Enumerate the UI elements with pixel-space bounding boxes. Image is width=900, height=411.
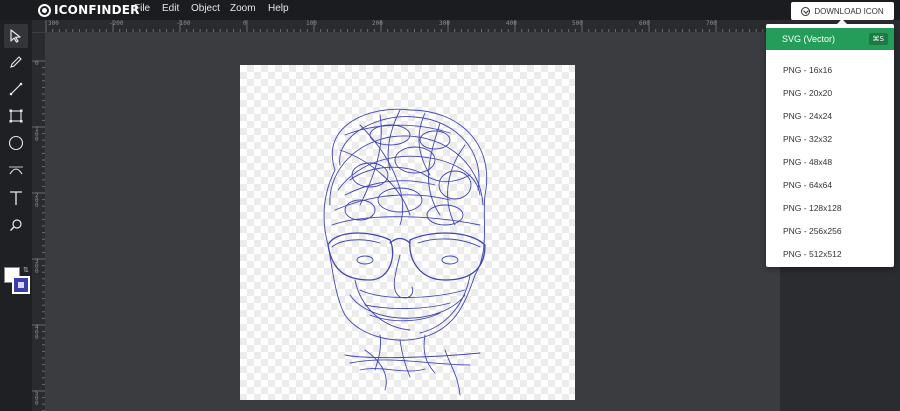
png-32-option[interactable]: PNG - 32x32 <box>783 134 832 146</box>
ruler-label: 300 <box>439 20 450 27</box>
ruler-label: 400 <box>506 20 517 27</box>
download-format-menu: SVG (Vector) ⌘S PNG - 16x16 PNG - 20x20 … <box>766 24 894 267</box>
ruler-label: -200 <box>109 20 124 27</box>
menu-object[interactable]: Object <box>191 3 220 14</box>
menu-edit[interactable]: Edit <box>162 3 179 14</box>
bezier-icon <box>9 166 23 175</box>
svg-option-label: SVG (Vector) <box>782 34 836 44</box>
zoom-tool[interactable] <box>4 213 28 237</box>
ruler-label: 0 <box>35 60 39 67</box>
pencil-tool[interactable] <box>4 50 28 74</box>
tool-panel: ⇅ <box>0 20 32 411</box>
png-512-option[interactable]: PNG - 512x512 <box>783 249 842 261</box>
rectangle-icon <box>9 109 23 123</box>
workspace[interactable] <box>46 33 780 411</box>
ruler-label: -100 <box>176 20 191 27</box>
svg-shortcut-badge: ⌘S <box>868 33 888 45</box>
png-128-option[interactable]: PNG - 128x128 <box>783 203 842 215</box>
path-tool[interactable] <box>4 158 28 182</box>
ruler-label: 5 0 0 <box>35 390 39 407</box>
ruler-label: 100 <box>306 20 317 27</box>
ruler-label: 4 0 0 <box>35 324 39 341</box>
png-16-option[interactable]: PNG - 16x16 <box>783 65 832 77</box>
ruler-label: 700 <box>706 20 717 27</box>
sketch-face-artwork[interactable] <box>240 65 575 400</box>
iconfinder-logo-icon <box>38 3 51 17</box>
magnifier-icon <box>10 219 22 231</box>
ruler-label: 2 0 0 <box>35 192 39 209</box>
download-circle-icon <box>801 6 811 16</box>
ruler-label: 600 <box>639 20 650 27</box>
ruler-label: 500 <box>572 20 583 27</box>
ruler-label: 300 <box>48 20 59 27</box>
line-icon <box>9 82 23 96</box>
horizontal-ruler: 300 -200 -100 0 100 200 300 400 500 600 … <box>32 20 780 33</box>
png-48-option[interactable]: PNG - 48x48 <box>783 157 832 169</box>
download-icon-button[interactable]: DOWNLOAD ICON <box>791 2 894 20</box>
arrow-pointer-icon <box>10 29 21 43</box>
ruler-ticks <box>45 20 777 32</box>
png-24-option[interactable]: PNG - 24x24 <box>783 111 832 123</box>
ruler-label: 200 <box>372 20 383 27</box>
artboard-canvas[interactable] <box>240 65 575 400</box>
app-name: ICONFINDER <box>54 3 140 17</box>
ruler-label: 0 <box>243 20 247 27</box>
ruler-label: 3 0 0 <box>35 258 39 275</box>
menu-help[interactable]: Help <box>268 3 289 14</box>
text-icon <box>10 191 22 205</box>
download-svg-option[interactable]: SVG (Vector) ⌘S <box>766 28 894 50</box>
top-menu-bar: ICONFINDER File Edit Object Zoom Help DO… <box>0 0 900 20</box>
png-64-option[interactable]: PNG - 64x64 <box>783 180 832 192</box>
app-logo[interactable]: ICONFINDER <box>38 2 140 18</box>
png-256-option[interactable]: PNG - 256x256 <box>783 226 842 238</box>
menu-zoom[interactable]: Zoom <box>230 3 256 14</box>
ruler-label: 1 0 0 <box>35 126 39 143</box>
ruler-ticks <box>32 60 45 411</box>
menu-file[interactable]: File <box>134 3 150 14</box>
swap-colors-icon[interactable]: ⇅ <box>23 266 29 274</box>
text-tool[interactable] <box>4 186 28 210</box>
line-tool[interactable] <box>4 77 28 101</box>
vertical-ruler: 0 1 0 0 2 0 0 3 0 0 4 0 0 5 0 0 <box>32 33 46 411</box>
circle-icon <box>8 135 24 151</box>
png-20-option[interactable]: PNG - 20x20 <box>783 88 832 100</box>
stroke-color-swatch[interactable] <box>12 276 30 294</box>
pencil-icon <box>10 56 22 68</box>
ellipse-tool[interactable] <box>4 131 28 155</box>
rectangle-tool[interactable] <box>4 104 28 128</box>
download-button-label: DOWNLOAD ICON <box>814 6 884 16</box>
select-tool[interactable] <box>4 24 28 48</box>
